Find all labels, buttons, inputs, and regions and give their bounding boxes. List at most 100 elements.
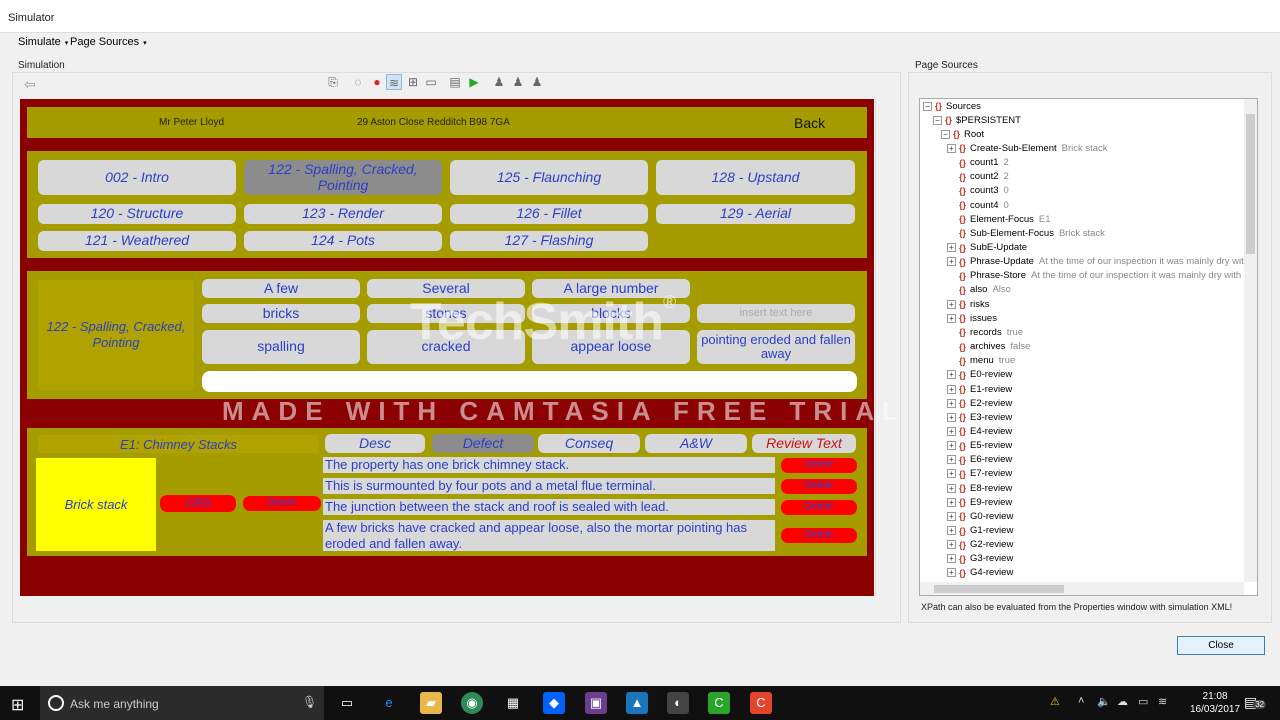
expand-icon[interactable]: + — [947, 483, 956, 493]
tree-node[interactable]: +{} E7-review — [947, 467, 1012, 481]
step-icon[interactable]: ▤ — [447, 74, 463, 90]
reset-icon[interactable]: ⎘ — [325, 74, 341, 90]
play-icon[interactable]: ▶ — [466, 74, 482, 90]
condition-rating-badge[interactable]: CR3 — [160, 495, 236, 512]
phrase-row[interactable]: The junction between the stack and roof … — [323, 499, 775, 515]
expand-icon[interactable]: + — [947, 313, 956, 323]
tree-node[interactable]: +{} G2-review — [947, 538, 1013, 552]
expand-icon[interactable]: + — [947, 497, 956, 507]
tree-node[interactable]: {} archives false — [947, 340, 1030, 354]
tree-node[interactable]: +{} issues — [947, 311, 997, 325]
expand-icon[interactable]: + — [947, 257, 956, 267]
expand-icon[interactable]: + — [947, 299, 956, 309]
app-icon[interactable]: ▣ — [585, 692, 607, 714]
section-button[interactable]: 123 - Render — [244, 204, 442, 224]
word-button[interactable]: spalling — [202, 330, 360, 364]
tab-desc[interactable]: Desc — [325, 434, 425, 453]
delete-sub-element-button[interactable]: Delete — [243, 496, 321, 511]
collapse-icon[interactable]: − — [923, 101, 932, 111]
edge-icon[interactable]: e — [378, 692, 400, 714]
camtasia-recorder-icon[interactable]: C — [750, 692, 772, 714]
expand-icon[interactable]: + — [947, 412, 956, 422]
tree-node[interactable]: +{} E1-review — [947, 382, 1012, 396]
tree-node[interactable]: {} records true — [947, 325, 1023, 339]
battery-icon[interactable]: ▭ — [1138, 695, 1148, 708]
tree-node[interactable]: +{} Phrase-Update At the time of our inspe… — [947, 255, 1249, 269]
menu-simulate[interactable]: Simulate ▾ — [18, 36, 68, 48]
volume-icon[interactable]: 🔈 — [1097, 695, 1111, 708]
section-button-selected[interactable]: 122 - Spalling, Cracked, Pointing — [244, 160, 442, 195]
microphone-icon[interactable]: 🎙 — [302, 695, 317, 709]
section-button[interactable]: 126 - Fillet — [450, 204, 648, 224]
tree-node[interactable]: +{} G1-review — [947, 524, 1013, 538]
tree-node[interactable]: +{} risks — [947, 297, 990, 311]
section-button[interactable]: 002 - Intro — [38, 160, 236, 195]
tree-hscroll-thumb[interactable] — [934, 585, 1064, 593]
page-sources-tree[interactable]: −{} Sources −{} $PERSISTENT −{} Root +{} Create… — [919, 98, 1258, 596]
chrome-icon[interactable]: ◉ — [461, 692, 483, 714]
delete-phrase-button[interactable]: Delete — [781, 458, 857, 473]
stop-icon[interactable]: ◌ — [350, 74, 366, 90]
warning-icon[interactable]: ⚠ — [1050, 695, 1060, 708]
scene-scrollbar[interactable] — [875, 99, 888, 596]
tab-aw[interactable]: A&W — [645, 434, 747, 453]
section-button[interactable]: 125 - Flaunching — [450, 160, 648, 195]
tree-node[interactable]: +{} E0-review — [947, 368, 1012, 382]
quantity-button[interactable]: A few — [202, 279, 360, 298]
cortana-search[interactable]: Ask me anything 🎙 — [40, 686, 324, 720]
expand-icon[interactable]: + — [947, 398, 956, 408]
expand-icon[interactable]: + — [947, 384, 956, 394]
tree-node[interactable]: {} Element-Focus E1 — [947, 212, 1051, 226]
tree-node[interactable]: {} count3 0 — [947, 184, 1009, 198]
expand-icon[interactable]: + — [947, 469, 956, 479]
tree-node[interactable]: +{} E6-review — [947, 453, 1012, 467]
system-clock[interactable]: 21:08 16/03/2017 — [1190, 690, 1240, 716]
sub-element-box[interactable]: Brick stack — [36, 458, 156, 551]
expand-icon[interactable]: + — [947, 554, 956, 564]
expand-icon[interactable]: + — [947, 511, 956, 521]
tree-node[interactable]: +{} Create-Sub-Element Brick stack — [947, 141, 1108, 155]
device-icon[interactable]: ▭ — [423, 74, 439, 90]
camtasia-icon[interactable]: C — [708, 692, 730, 714]
tree-node[interactable]: {} Sub-Element-Focus Brick stack — [947, 226, 1105, 240]
tree-node[interactable]: {} count4 0 — [947, 198, 1009, 212]
expand-icon[interactable]: + — [947, 143, 956, 153]
word-button[interactable]: pointing eroded and fallen away — [697, 330, 855, 364]
close-button[interactable]: Close — [1177, 636, 1265, 655]
tree-node[interactable]: {} count2 2 — [947, 170, 1009, 184]
tree-node[interactable]: {} menu true — [947, 354, 1015, 368]
network-icon[interactable]: ⊞ — [405, 74, 421, 90]
tree-node[interactable]: +{} G3-review — [947, 552, 1013, 566]
section-button[interactable]: 128 - Upstand — [656, 160, 855, 195]
tree-node[interactable]: +{} E5-review — [947, 439, 1012, 453]
user-remove-icon[interactable]: ♟ — [529, 74, 545, 90]
phrase-input[interactable] — [202, 371, 857, 392]
tree-node[interactable]: +{} E4-review — [947, 424, 1012, 438]
photos-icon[interactable]: ▲ — [626, 692, 648, 714]
user-add-icon[interactable]: ♟ — [510, 74, 526, 90]
delete-phrase-button[interactable]: Delete — [781, 528, 857, 543]
chevron-up-icon[interactable]: ˄ — [1078, 695, 1084, 707]
menu-page-sources[interactable]: Page Sources ▾ — [70, 36, 147, 48]
delete-phrase-button[interactable]: Delete — [781, 500, 857, 515]
expand-icon[interactable]: + — [947, 441, 956, 451]
expand-icon[interactable]: + — [947, 568, 956, 578]
expand-icon[interactable]: + — [947, 426, 956, 436]
tree-node[interactable]: +{} G4-review — [947, 566, 1013, 580]
expand-icon[interactable]: + — [947, 370, 956, 380]
tree-node[interactable]: {} Phrase-Store At the time of our inspect… — [947, 269, 1251, 283]
notification-icon[interactable]: ▤32 — [1244, 694, 1267, 711]
back-arrow-icon[interactable]: ⇦ — [24, 76, 36, 93]
section-button[interactable]: 127 - Flashing — [450, 231, 648, 251]
simulator-app-icon[interactable]: ◐ — [667, 692, 689, 714]
phrase-row[interactable]: This is surmounted by four pots and a me… — [323, 478, 775, 494]
tree-node[interactable]: {} count1 2 — [947, 156, 1009, 170]
tree-node[interactable]: −{} $PERSISTENT — [933, 113, 1021, 127]
tree-scroll-thumb[interactable] — [1246, 114, 1255, 254]
section-button[interactable]: 121 - Weathered — [38, 231, 236, 251]
record-icon[interactable]: ● — [369, 74, 385, 90]
cloud-icon[interactable]: ☁ — [1117, 695, 1128, 708]
tree-node[interactable]: +{} G0-review — [947, 509, 1013, 523]
collapse-icon[interactable]: − — [933, 115, 942, 125]
delete-phrase-button[interactable]: Delete — [781, 479, 857, 494]
